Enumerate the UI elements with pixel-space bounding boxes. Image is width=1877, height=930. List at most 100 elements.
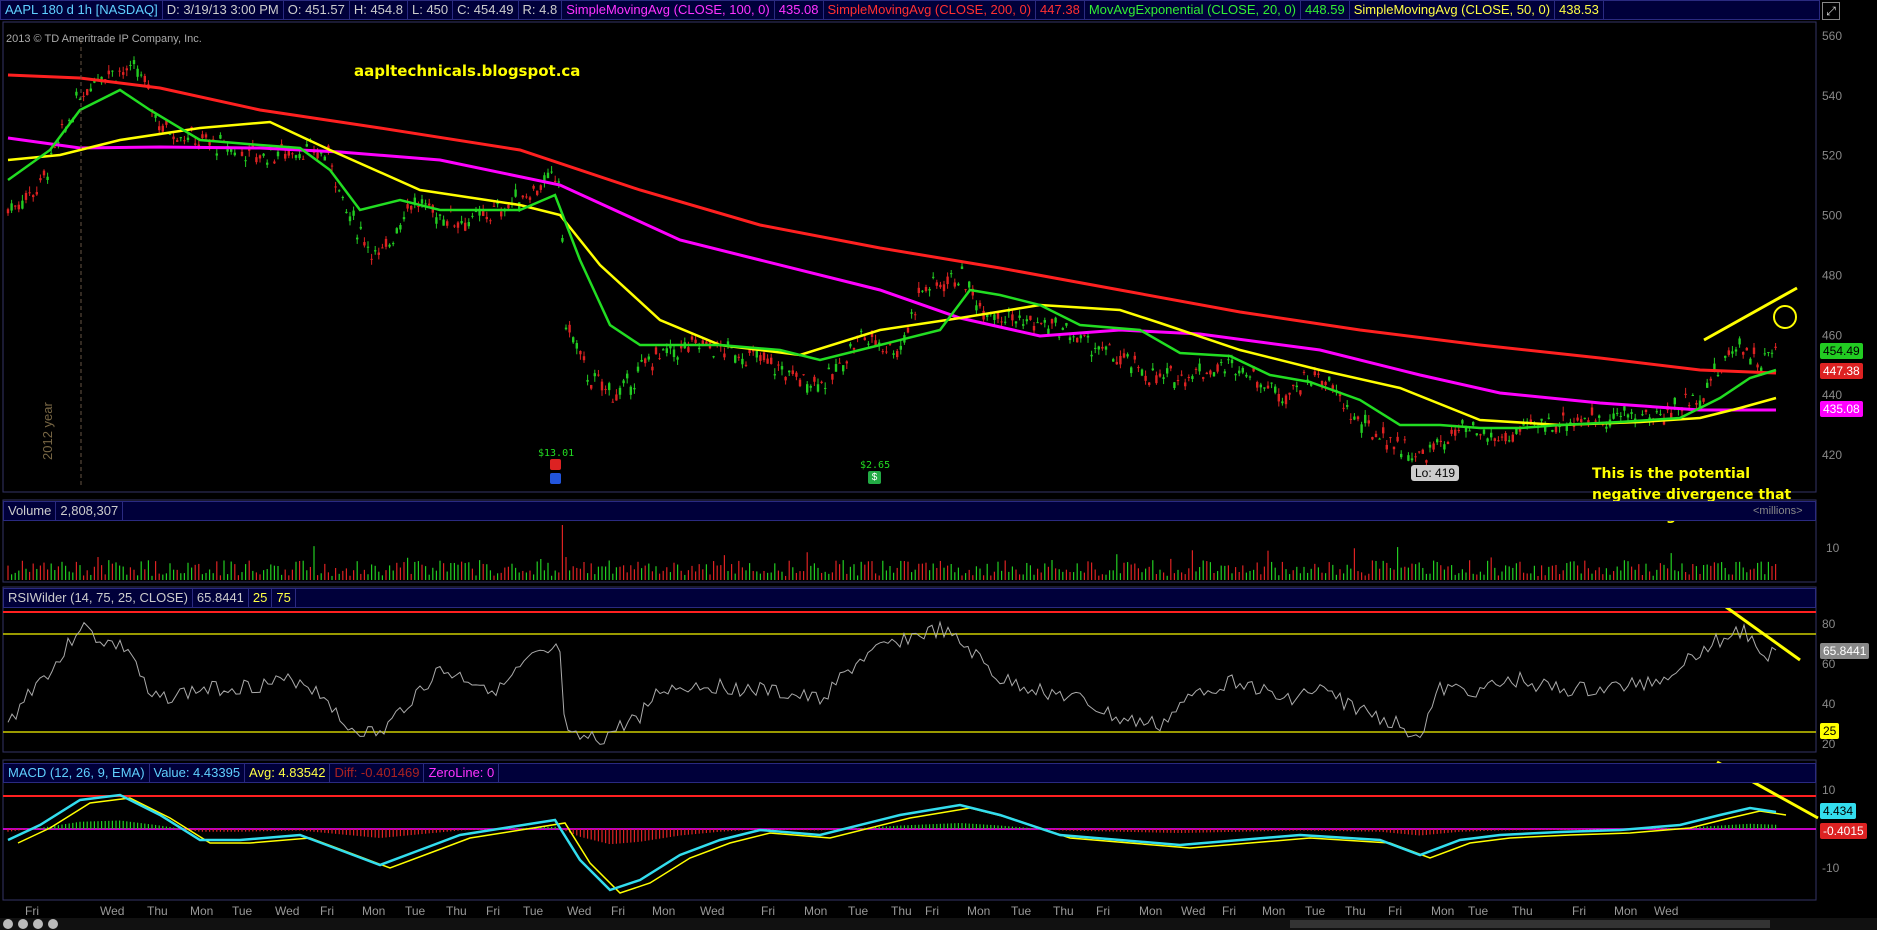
macd-histogram-bar: [270, 829, 272, 832]
candle-body: [129, 65, 132, 67]
earnings-icon[interactable]: [550, 473, 561, 484]
pan-icon[interactable]: [48, 919, 58, 929]
volume-bar: [669, 572, 671, 580]
zoom-out-icon[interactable]: [18, 919, 28, 929]
candle-body: [669, 344, 672, 349]
sma200-study-label[interactable]: SimpleMovingAvg (CLOSE, 200, 0): [824, 1, 1037, 19]
candle-body: [298, 154, 301, 159]
candle-body: [50, 152, 53, 154]
candle: [1709, 376, 1712, 387]
volume-bar: [1569, 561, 1571, 580]
candle: [1500, 433, 1504, 441]
candle: [446, 219, 449, 229]
scrollbar[interactable]: [1290, 920, 1770, 928]
volume-bar: [194, 564, 196, 580]
candle: [1313, 367, 1316, 377]
candle: [899, 339, 902, 355]
sma50-study-label[interactable]: SimpleMovingAvg (CLOSE, 50, 0): [1350, 1, 1556, 19]
volume-bar: [396, 562, 398, 580]
candle-body: [244, 160, 247, 162]
sma100-study-label[interactable]: SimpleMovingAvg (CLOSE, 100, 0): [562, 1, 775, 19]
macd-histogram-bar: [1703, 826, 1705, 829]
candle-body: [255, 157, 258, 163]
candle-body: [597, 374, 600, 376]
expand-icon[interactable]: ⤢: [1822, 2, 1840, 20]
macd-histogram-bar: [669, 829, 671, 837]
candle-body: [1385, 444, 1388, 450]
candle: [978, 300, 982, 309]
candle: [658, 353, 661, 360]
candle: [60, 119, 64, 129]
macd-histogram-bar: [266, 829, 268, 832]
rsi-label[interactable]: RSIWilder (14, 75, 25, CLOSE): [4, 589, 193, 607]
dividend-label-1: $13.01: [538, 448, 575, 459]
volume-bar: [137, 575, 139, 580]
volume-bar: [284, 569, 286, 580]
candle-body: [104, 79, 107, 81]
candle: [402, 211, 406, 222]
macd-histogram-bar: [853, 828, 855, 829]
candle-body: [694, 339, 697, 343]
candle-body: [1288, 392, 1291, 395]
candle-body: [658, 358, 661, 360]
macd-label[interactable]: MACD (12, 26, 9, EMA): [4, 764, 150, 782]
volume-bar: [1155, 574, 1157, 580]
candle-body: [1389, 437, 1392, 439]
volume-bar: [1271, 561, 1273, 580]
volume-bar: [486, 564, 488, 580]
macd-histogram-bar: [482, 829, 484, 830]
candle: [1274, 384, 1277, 395]
macd-histogram-bar: [932, 824, 934, 829]
candle: [1529, 414, 1532, 425]
volume-bar: [1253, 569, 1255, 580]
volume-bar: [1227, 565, 1229, 580]
candle: [392, 241, 395, 247]
macd-histogram-bar: [7, 829, 9, 832]
candle-body: [626, 373, 629, 379]
time-axis-tick: Tue: [848, 904, 869, 918]
dividend-icon-1[interactable]: [550, 459, 561, 470]
time-axis-tick: Fri: [320, 904, 334, 918]
ema20-study-label[interactable]: MovAvgExponential (CLOSE, 20, 0): [1085, 1, 1301, 19]
ema20-price-chip: 454.49: [1820, 343, 1863, 359]
macd-histogram-bar: [432, 829, 434, 834]
candle-body: [348, 216, 352, 222]
macd-histogram-bar: [741, 829, 743, 831]
volume-bar: [842, 560, 844, 580]
macd-histogram-bar: [1217, 829, 1219, 833]
macd-histogram-bar: [133, 822, 135, 829]
reset-zoom-icon[interactable]: [33, 919, 43, 929]
time-axis-tick: Thu: [147, 904, 168, 918]
candle-body: [1601, 423, 1604, 425]
candle: [1655, 405, 1658, 415]
rsi-trend-annotation-line: [1725, 605, 1801, 662]
candle-body: [6, 209, 10, 214]
volume-bar: [245, 564, 247, 580]
candle: [1061, 326, 1064, 331]
volume-label[interactable]: Volume: [4, 502, 57, 520]
candle: [456, 221, 460, 234]
volume-bar: [1541, 565, 1543, 580]
candle: [118, 67, 121, 77]
candle-body: [118, 70, 121, 72]
zoom-in-icon[interactable]: [3, 919, 13, 929]
macd-histogram-bar: [83, 821, 85, 829]
candle: [1058, 336, 1061, 341]
volume-bar: [921, 563, 923, 580]
time-axis-tick: Tue: [523, 904, 544, 918]
time-axis-tick: Mon: [804, 904, 827, 918]
candle: [93, 77, 96, 84]
candle-body: [1263, 387, 1266, 389]
macd-histogram-bar: [255, 829, 257, 832]
macd-histogram-bar: [237, 829, 239, 832]
candle: [503, 207, 506, 217]
candle-body: [1378, 438, 1381, 440]
macd-histogram-bar: [1051, 829, 1053, 830]
symbol-label[interactable]: AAPL 180 d 1h [NASDAQ]: [1, 1, 163, 19]
candle: [1752, 343, 1756, 358]
candle-body: [1670, 412, 1673, 420]
volume-bar: [925, 562, 927, 580]
candle: [136, 65, 139, 81]
dividend-icon-2[interactable]: $: [868, 471, 881, 484]
macd-histogram-bar: [752, 829, 754, 830]
